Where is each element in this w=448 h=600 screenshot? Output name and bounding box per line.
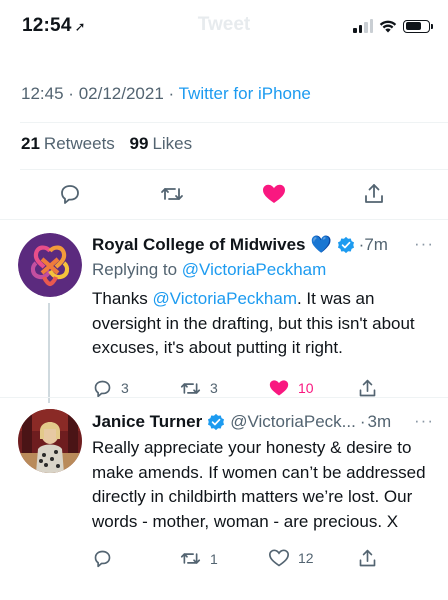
reply-time[interactable]: 7m [364,235,388,255]
avatar[interactable] [18,409,82,473]
author-name[interactable]: Royal College of Midwives [92,235,306,255]
verified-badge-icon [208,413,225,431]
retweets-count: 21 [21,134,40,153]
reply-button[interactable] [56,180,84,208]
like-count: 10 [298,379,314,396]
likes-stat[interactable]: 99 Likes [130,134,193,153]
reply-count: 3 [121,380,129,396]
mention-link[interactable]: @VictoriaPeckham [182,260,327,279]
meta-separator: · [68,84,74,103]
retweet-button[interactable] [158,180,186,208]
retweet-icon [180,553,201,564]
tweet-source-link[interactable]: Twitter for iPhone [179,84,311,103]
mention-link[interactable]: @VictoriaPeckham [152,289,297,308]
likes-count: 99 [129,134,149,153]
like-button[interactable]: 10 [268,378,314,398]
thread-line [48,303,50,403]
profile-photo-avatar [18,409,82,473]
tweet-text: Thanks @VictoriaPeckham. It was an overs… [92,287,434,361]
share-icon [359,549,376,567]
tweet-time: 12:45 [21,84,64,103]
more-options-icon[interactable]: ··· [414,411,434,431]
rcm-logo-avatar [18,233,82,297]
reply-icon [61,185,79,204]
retweet-button[interactable]: 3 [179,378,218,399]
heart-icon [268,549,290,567]
reply-icon [94,550,111,568]
retweets-stat[interactable]: 21 Retweets [21,134,115,153]
retweet-count: 1 [210,550,218,567]
reply-actions: 1 12 [92,548,434,572]
share-icon [365,184,383,203]
author-handle[interactable]: @VictoriaPeck... [230,412,356,432]
reply-button[interactable] [92,548,121,569]
retweets-label: Retweets [43,134,115,153]
divider [20,169,448,170]
reply-time[interactable]: 3m [368,412,392,432]
reply-header: Janice Turner @VictoriaPeck... · 3m [92,411,434,433]
replying-to: Replying to @VictoriaPeckham [92,260,434,280]
reply-icon [94,380,111,397]
like-count: 12 [298,550,314,566]
battery-icon [403,19,433,33]
avatar[interactable] [18,233,82,297]
blue-heart-emoji: 💙 [310,235,332,254]
verified-badge-icon [337,236,354,254]
retweet-icon [161,188,183,200]
reply-tweet[interactable]: Royal College of Midwives 💙 · 7m ··· Rep… [0,219,448,403]
more-options-icon[interactable]: ··· [414,234,434,254]
retweet-icon [180,382,201,394]
meta-separator: · [359,412,366,431]
engagement-counts: 21 Retweets 99 Likes [21,134,192,154]
tweet-date: 02/12/2021 [78,84,164,103]
status-icons [353,17,433,35]
reply-tweet[interactable]: Janice Turner @VictoriaPeck... · 3m ··· … [0,397,448,600]
reply-body: Royal College of Midwives 💙 · 7m ··· Rep… [92,234,434,402]
share-button[interactable] [360,180,388,208]
share-icon [359,379,376,396]
like-button[interactable] [260,180,288,208]
author-name[interactable]: Janice Turner [92,412,202,432]
retweet-count: 3 [210,380,218,396]
cellular-signal-icon [353,19,373,33]
liked-heart-icon [263,184,285,203]
tweet-text: Really appreciate your honesty & desire … [92,438,426,531]
divider [0,397,448,398]
share-button[interactable] [357,548,378,569]
tweet-timestamp: 12:45 · 02/12/2021 · Twitter for iPhone [21,84,311,104]
replying-prefix: Replying to [92,260,178,279]
tweet-text-prefix: Thanks [92,289,148,308]
reply-header: Royal College of Midwives 💙 · 7m [92,234,434,256]
reply-button[interactable]: 3 [92,378,129,399]
reply-body: Janice Turner @VictoriaPeck... · 3m ··· … [92,411,434,572]
likes-label: Likes [152,134,193,153]
wifi-icon [379,20,397,33]
status-bar: 12:54 ➚ Tweet [0,0,448,54]
tweet-action-bar [0,174,448,214]
like-button[interactable]: 12 [268,548,314,568]
divider [20,122,448,123]
meta-separator: · [168,84,175,103]
liked-heart-icon [269,379,289,395]
share-button[interactable] [357,378,378,399]
retweet-button[interactable]: 1 [179,548,218,569]
